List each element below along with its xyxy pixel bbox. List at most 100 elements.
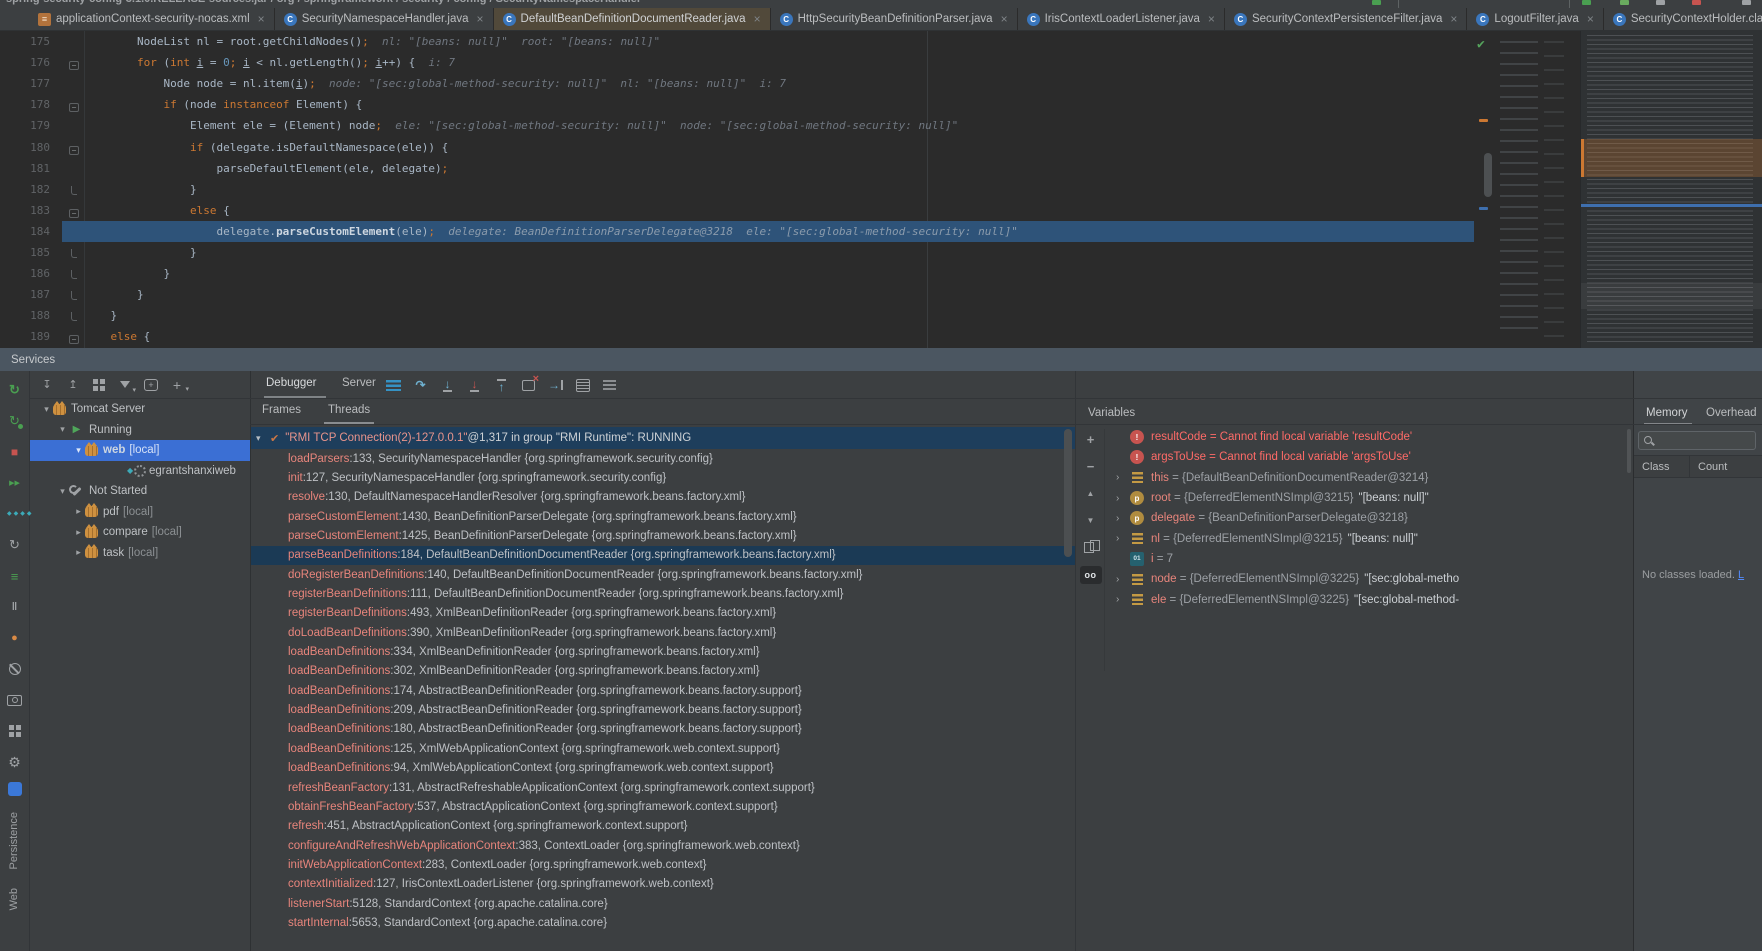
- column-class[interactable]: Class: [1634, 461, 1689, 473]
- stop-icon[interactable]: [4, 441, 26, 463]
- breadcrumb[interactable]: spring-security-config-3.1.0.RELEASE-sou…: [6, 0, 641, 5]
- step-out-icon[interactable]: [493, 377, 510, 394]
- step-into-icon[interactable]: [439, 377, 456, 394]
- close-icon[interactable]: [1450, 13, 1457, 25]
- column-count[interactable]: Count: [1690, 461, 1727, 473]
- expand-all-icon[interactable]: [39, 377, 55, 393]
- tab-server[interactable]: Server: [342, 377, 376, 389]
- editor-tab[interactable]: DefaultBeanDefinitionDocumentReader.java: [494, 8, 771, 30]
- variable-row[interactable]: › this = {DefaultBeanDefinitionDocumentR…: [1106, 468, 1629, 488]
- tree-row[interactable]: ▾ Not Started: [30, 481, 250, 502]
- stack-frame-row[interactable]: init:127, SecurityNamespaceHandler {org.…: [250, 468, 1075, 487]
- error-stripe-mark[interactable]: [1479, 119, 1488, 122]
- memory-search-box[interactable]: [1638, 431, 1756, 450]
- variable-row[interactable]: › resultCode = Cannot find local variabl…: [1106, 427, 1629, 447]
- services-toolwindow-icon[interactable]: [8, 782, 22, 796]
- stack-frame-row[interactable]: parseCustomElement:1430, BeanDefinitionP…: [250, 507, 1075, 526]
- stack-frame-row[interactable]: listenerStart:5128, StandardContext {org…: [250, 894, 1075, 913]
- fold-marker[interactable]: [64, 138, 84, 157]
- force-step-into-icon[interactable]: [466, 377, 483, 394]
- fold-marker[interactable]: [64, 264, 84, 283]
- rerun-icon[interactable]: [4, 379, 26, 401]
- fold-marker[interactable]: [64, 53, 84, 72]
- run-icon[interactable]: [1582, 0, 1591, 5]
- stack-frame-row[interactable]: resolve:130, DefaultNamespaceHandlerReso…: [250, 488, 1075, 507]
- editor-scrollbar-thumb[interactable]: [1484, 153, 1492, 197]
- tab-frames[interactable]: Frames: [262, 404, 301, 416]
- tab-debugger[interactable]: Debugger: [266, 377, 317, 389]
- variable-row[interactable]: › i = 7: [1106, 549, 1629, 569]
- tree-row[interactable]: ▸ pdf [local]: [30, 502, 250, 523]
- editor-tab[interactable]: applicationContext-security-nocas.xml: [29, 8, 275, 30]
- stack-frame-row[interactable]: parseCustomElement:1425, BeanDefinitionP…: [250, 526, 1075, 545]
- tree-row[interactable]: ▾ web [local]: [30, 440, 250, 461]
- variable-row[interactable]: › root = {DeferredElementNSImpl@3215}"[b…: [1106, 488, 1629, 508]
- profiler-icon[interactable]: [1656, 0, 1665, 5]
- fold-marker[interactable]: [64, 95, 84, 114]
- tree-row[interactable]: egrantshanxiweb: [30, 461, 250, 482]
- toolwindow-label-web[interactable]: Web: [8, 888, 20, 910]
- editor-tab[interactable]: SecurityNamespaceHandler.java: [275, 8, 494, 30]
- stack-frame-row[interactable]: registerBeanDefinitions:111, DefaultBean…: [250, 584, 1075, 603]
- settings-icon[interactable]: [4, 503, 26, 525]
- add-icon[interactable]: [169, 377, 185, 393]
- stack-frame-row[interactable]: startInternal:5653, StandardContext {org…: [250, 913, 1075, 932]
- tab-overhead[interactable]: Overhead: [1706, 407, 1757, 419]
- chevron-right-icon[interactable]: ›: [1116, 594, 1130, 605]
- tree-row[interactable]: ▸ compare [local]: [30, 522, 250, 543]
- fold-marker[interactable]: [64, 180, 84, 199]
- close-icon[interactable]: [258, 13, 265, 25]
- variables-scrollbar-thumb[interactable]: [1627, 429, 1631, 473]
- code-editor[interactable]: 175 NodeList nl = root.getChildNodes(); …: [0, 31, 1762, 348]
- duplicate-icon[interactable]: [1081, 539, 1101, 555]
- frames-scrollbar-thumb[interactable]: [1064, 429, 1072, 557]
- evaluate-expression-icon[interactable]: [574, 377, 591, 394]
- stack-frame-row[interactable]: contextInitialized:127, IrisContextLoade…: [250, 875, 1075, 894]
- vcs-update-icon[interactable]: [1372, 0, 1381, 5]
- editor-tab[interactable]: LogoutFilter.java: [1467, 8, 1603, 30]
- stack-frame-row[interactable]: loadBeanDefinitions:334, XmlBeanDefiniti…: [250, 642, 1075, 661]
- move-up-icon[interactable]: [1081, 485, 1101, 501]
- remove-watch-icon[interactable]: [1081, 458, 1101, 474]
- run-to-cursor-icon[interactable]: [547, 377, 564, 394]
- code-minimap[interactable]: [1580, 31, 1762, 348]
- stack-frame-row[interactable]: configureAndRefreshWebApplicationContext…: [250, 836, 1075, 855]
- stack-frame-row[interactable]: registerBeanDefinitions:493, XmlBeanDefi…: [250, 604, 1075, 623]
- refresh-icon[interactable]: [4, 534, 26, 556]
- rerun-debug-icon[interactable]: [4, 410, 26, 432]
- variable-row[interactable]: › argsToUse = Cannot find local variable…: [1106, 447, 1629, 467]
- editor-tab[interactable]: IrisContextLoaderListener.java: [1018, 8, 1225, 30]
- chevron-right-icon[interactable]: ›: [1116, 574, 1130, 585]
- chevron-right-icon[interactable]: ›: [1116, 513, 1130, 524]
- stop-icon[interactable]: [1692, 0, 1701, 5]
- pause-icon[interactable]: [4, 596, 26, 618]
- chevron-right-icon[interactable]: ›: [1116, 533, 1130, 544]
- stack-frame-row[interactable]: obtainFreshBeanFactory:537, AbstractAppl…: [250, 797, 1075, 816]
- stack-frame-row[interactable]: loadBeanDefinitions:209, AbstractBeanDef…: [250, 700, 1075, 719]
- stack-frame-row[interactable]: initWebApplicationContext:283, ContextLo…: [250, 855, 1075, 874]
- tree-row[interactable]: ▸ task [local]: [30, 543, 250, 564]
- gear-icon[interactable]: [4, 751, 26, 773]
- step-over-icon[interactable]: [412, 377, 429, 394]
- stack-frame-row[interactable]: loadParsers:133, SecurityNamespaceHandle…: [250, 449, 1075, 468]
- drop-frame-icon[interactable]: [520, 377, 537, 394]
- fold-marker[interactable]: [64, 285, 84, 304]
- chevron-icon[interactable]: ▾: [56, 424, 69, 435]
- chevron-icon[interactable]: ▸: [72, 527, 85, 538]
- tab-threads[interactable]: Threads: [328, 404, 370, 416]
- filter-icon[interactable]: [117, 377, 133, 393]
- hotswap-icon[interactable]: [4, 627, 26, 649]
- group-by-icon[interactable]: [91, 377, 107, 393]
- stack-frame-row[interactable]: parseBeanDefinitions:184, DefaultBeanDef…: [250, 546, 1075, 565]
- fold-marker[interactable]: [64, 327, 84, 346]
- services-panel-header[interactable]: Services: [0, 348, 1762, 371]
- error-stripe-mark[interactable]: [1479, 207, 1488, 210]
- layout-settings-icon[interactable]: [601, 377, 618, 394]
- chevron-right-icon[interactable]: ›: [1116, 472, 1130, 483]
- editor-tab[interactable]: HttpSecurityBeanDefinitionParser.java: [771, 8, 1018, 30]
- editor-tab[interactable]: SecurityContextPersistenceFilter.java: [1225, 8, 1467, 30]
- close-icon[interactable]: [754, 13, 761, 25]
- stack-frame-row[interactable]: loadBeanDefinitions:174, AbstractBeanDef…: [250, 681, 1075, 700]
- collapse-all-icon[interactable]: [65, 377, 81, 393]
- chevron-icon[interactable]: ▾: [56, 486, 69, 497]
